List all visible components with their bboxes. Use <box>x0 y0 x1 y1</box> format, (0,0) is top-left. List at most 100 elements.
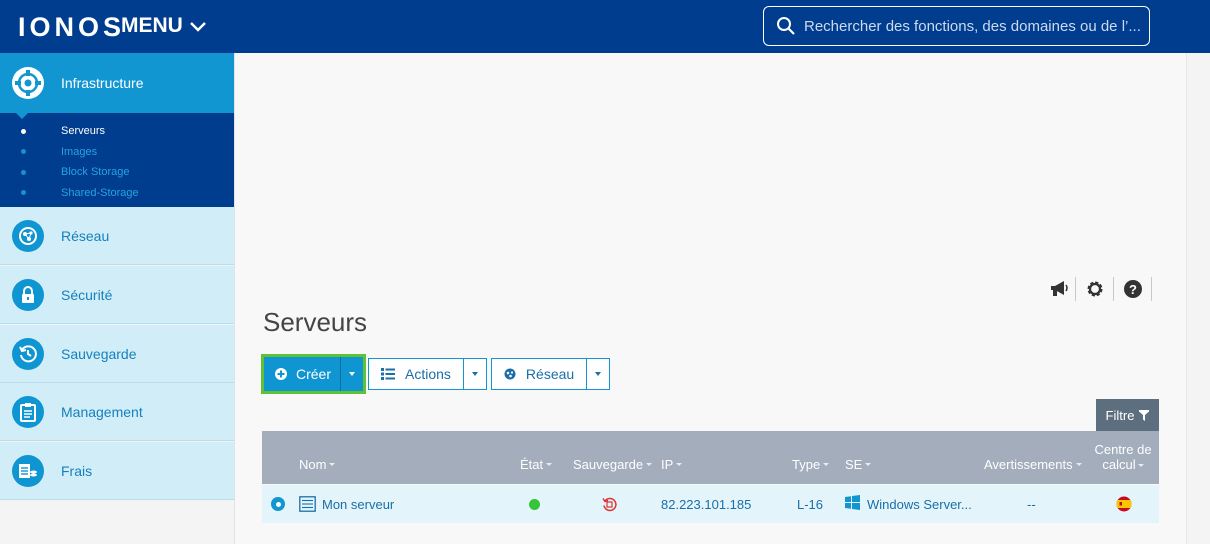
table-row[interactable]: Mon serveur 82.223.101.185 L-16 Windows … <box>262 485 1159 523</box>
column-label: État <box>520 457 544 472</box>
row-select-radio[interactable] <box>271 497 285 511</box>
column-header-datacenter[interactable]: Centre de calcul <box>1093 442 1153 472</box>
plus-circle-icon <box>275 368 287 380</box>
submenu-caret <box>16 113 28 119</box>
page-title: Serveurs <box>263 307 368 337</box>
help-icon: ? <box>1123 280 1142 298</box>
network-button[interactable]: Réseau <box>492 359 588 389</box>
sidebar-item-infrastructure[interactable]: Infrastructure <box>0 53 234 113</box>
sidebar-item-label: Infrastructure <box>61 75 144 91</box>
create-dropdown-toggle[interactable] <box>340 357 363 391</box>
server-icon <box>299 496 316 512</box>
bullet <box>21 128 26 134</box>
top-bar: IONOS MENU <box>0 0 1210 53</box>
submenu-item-shared-storage[interactable]: Shared-Storage <box>0 183 234 204</box>
list-icon <box>381 368 395 380</box>
sort-caret-icon <box>546 463 553 466</box>
column-label: Avertissements <box>984 457 1073 472</box>
network-label: Réseau <box>525 366 575 382</box>
sidebar-item-reseau[interactable]: Réseau <box>0 207 234 265</box>
create-button[interactable]: Créer <box>264 357 340 391</box>
column-label: calcul <box>1102 457 1136 472</box>
server-type: L-16 <box>797 497 824 512</box>
ionos-logo[interactable]: IONOS <box>18 12 125 43</box>
submenu-label: Block Storage <box>61 166 130 179</box>
status-running-indicator <box>529 499 540 510</box>
right-divider <box>1186 53 1187 544</box>
submenu-label: Serveurs <box>61 125 106 138</box>
column-label: Sauvegarde <box>573 457 644 472</box>
submenu-label: Shared-Storage <box>61 186 139 199</box>
lock-icon <box>12 278 44 311</box>
backup-icon[interactable] <box>602 497 617 512</box>
clipboard-icon <box>12 395 44 428</box>
funnel-icon <box>1139 409 1150 421</box>
filter-button[interactable]: Filtre <box>1096 399 1159 431</box>
search-box[interactable] <box>763 6 1150 46</box>
sidebar-item-label: Sauvegarde <box>61 345 137 362</box>
server-name-link[interactable]: Mon serveur <box>322 497 394 512</box>
actions-label: Actions <box>405 366 451 382</box>
column-header-name[interactable]: Nom <box>299 457 336 472</box>
submenu-item-serveurs[interactable]: Serveurs <box>0 121 234 142</box>
server-ip: 82.223.101.185 <box>661 497 752 512</box>
sort-caret-icon <box>865 463 872 466</box>
column-header-os[interactable]: SE <box>845 457 872 472</box>
search-input[interactable] <box>804 17 1144 35</box>
page-tools: ? <box>1042 277 1152 301</box>
bullet <box>21 149 26 155</box>
column-header-state[interactable]: État <box>520 457 553 472</box>
actions-button-group: Actions <box>368 358 487 390</box>
sidebar-item-sauvegarde[interactable]: Sauvegarde <box>0 325 234 383</box>
create-button-group: Créer <box>261 354 366 394</box>
server-warnings: -- <box>1027 497 1036 512</box>
column-header-ip[interactable]: IP <box>661 457 683 472</box>
filter-label: Filtre <box>1105 407 1135 423</box>
windows-logo-icon <box>845 495 860 510</box>
sort-caret-icon <box>1137 464 1144 468</box>
create-label: Créer <box>296 366 332 382</box>
toolbar: Créer Actions Réseau <box>261 354 611 394</box>
submenu-item-block-storage[interactable]: Block Storage <box>0 162 234 183</box>
sort-caret-icon <box>646 463 653 466</box>
sidebar-item-securite[interactable]: Sécurité <box>0 266 234 324</box>
svg-text:?: ? <box>1129 282 1137 297</box>
help-button[interactable]: ? <box>1114 277 1152 301</box>
bullet <box>21 190 26 196</box>
gear-icon <box>1087 281 1102 297</box>
submenu-label: Images <box>61 145 98 158</box>
network-icon <box>12 219 44 252</box>
column-header-backup[interactable]: Sauvegarde <box>573 457 653 472</box>
backup-clock-icon <box>12 337 44 370</box>
settings-button[interactable] <box>1076 277 1114 301</box>
column-label: IP <box>661 457 674 472</box>
sidebar-item-label: Frais <box>61 462 93 479</box>
sort-caret-icon <box>676 463 683 466</box>
search-icon <box>777 17 795 35</box>
sidebar-item-management[interactable]: Management <box>0 383 234 441</box>
column-label: SE <box>845 457 863 472</box>
servers-table-header: Nom État Sauvegarde IP Type SE Avertisse… <box>262 431 1159 484</box>
menu-button[interactable]: MENU <box>121 14 207 38</box>
spain-flag-icon <box>1116 496 1132 512</box>
column-header-type[interactable]: Type <box>792 457 830 472</box>
sidebar-item-frais[interactable]: Frais <box>0 442 234 500</box>
column-label-line2: calcul <box>1093 457 1153 472</box>
column-header-warnings[interactable]: Avertissements <box>984 457 1082 472</box>
actions-button[interactable]: Actions <box>369 359 464 389</box>
sort-caret-icon <box>329 463 336 466</box>
sort-caret-icon <box>1075 463 1082 466</box>
megaphone-icon <box>1050 281 1068 296</box>
column-label: Type <box>792 457 821 472</box>
submenu-item-images[interactable]: Images <box>0 142 234 163</box>
actions-dropdown-toggle[interactable] <box>464 359 486 389</box>
announcement-button[interactable] <box>1042 277 1076 301</box>
sidebar-item-label: Sécurité <box>61 286 113 303</box>
server-os: Windows Server... <box>867 497 972 512</box>
network-dropdown-toggle[interactable] <box>587 359 609 389</box>
bullet <box>21 169 26 175</box>
sidebar-item-label: Réseau <box>61 227 110 244</box>
sidebar: Infrastructure Serveurs Images Block Sto… <box>0 53 234 544</box>
network-button-group: Réseau <box>490 358 611 390</box>
column-label: Nom <box>299 457 327 472</box>
